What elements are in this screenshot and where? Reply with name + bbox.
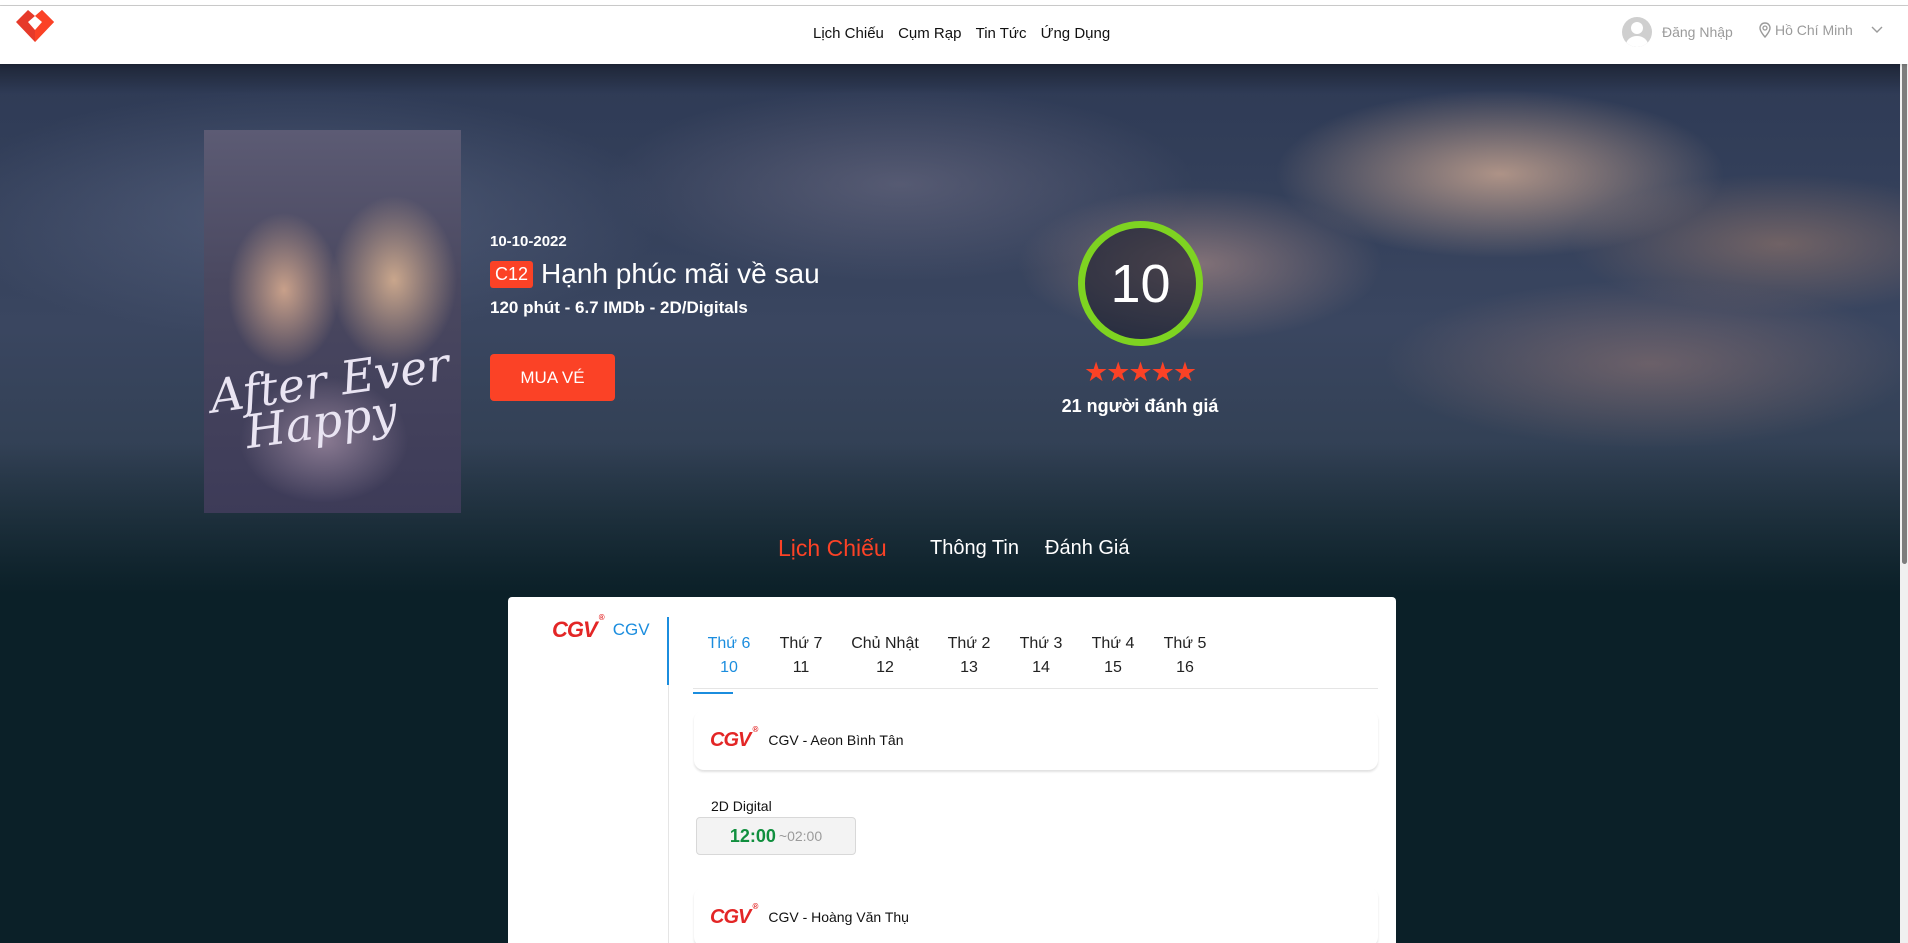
- score-circle: 10: [1078, 221, 1203, 346]
- branch-item[interactable]: CGV ® CGV - Hoàng Văn Thụ: [694, 887, 1378, 943]
- tab-thong-tin[interactable]: Thông Tin: [930, 537, 1019, 560]
- chevron-down-icon: [1871, 26, 1883, 33]
- logo-icon[interactable]: [10, 8, 60, 52]
- tab-lich-chieu[interactable]: Lịch Chiếu: [778, 535, 887, 562]
- day-tab[interactable]: Thứ 3 14: [1005, 632, 1077, 680]
- day-tab[interactable]: Chủ Nhật 12: [837, 632, 933, 680]
- cinema-tab-cgv[interactable]: CGV ® CGV: [552, 613, 650, 643]
- showtime-button[interactable]: 12:00 ~02:00: [696, 817, 856, 855]
- day-divider: [693, 688, 1378, 689]
- star-icon: ★: [1106, 357, 1131, 387]
- movie-title: Hạnh phúc mãi về sau: [541, 258, 820, 289]
- tab-danh-gia[interactable]: Đánh Giá: [1045, 537, 1130, 560]
- cgv-logo: CGV ®: [710, 724, 758, 751]
- day-tab[interactable]: Thứ 4 15: [1077, 632, 1149, 680]
- nav-item-lich-chieu[interactable]: Lịch Chiếu: [813, 25, 884, 42]
- login-button[interactable]: Đăng Nhập: [1622, 17, 1733, 47]
- nav-item-tin-tuc[interactable]: Tin Tức: [976, 25, 1027, 42]
- location-pin-icon: [1759, 22, 1771, 38]
- cgv-logo: CGV ®: [710, 901, 758, 928]
- showtime-panel: CGV ® CGV Thứ 6 10 Thứ 7 11 Chủ Nhật 12 Thứ …: [508, 597, 1396, 943]
- movie-title-row: C12 Hạnh phúc mãi về sau: [490, 258, 820, 290]
- cinema-name: CGV: [612, 620, 650, 639]
- buy-ticket-button[interactable]: MUA VÉ: [490, 354, 615, 401]
- poster-title: After Ever Happy: [207, 337, 457, 459]
- scrollbar-thumb[interactable]: [1902, 34, 1907, 564]
- cinema-active-indicator: [667, 617, 669, 685]
- showtime-start: 12:00: [729, 825, 776, 846]
- release-date: 10-10-2022: [490, 233, 567, 250]
- score-value: 10: [1110, 253, 1171, 314]
- day-selector: Thứ 6 10 Thứ 7 11 Chủ Nhật 12 Thứ 2 13 Thứ 3…: [693, 632, 1221, 694]
- day-tab[interactable]: Thứ 2 13: [933, 632, 1005, 680]
- branch-item[interactable]: CGV ® CGV - Aeon Bình Tân: [694, 710, 1378, 770]
- format-label: 2D Digital: [711, 798, 772, 814]
- star-icon: ★: [1128, 357, 1153, 387]
- hero-shade: [0, 64, 1908, 94]
- day-tab[interactable]: Thứ 7 11: [765, 632, 837, 680]
- city-label: Hồ Chí Minh: [1775, 22, 1853, 38]
- login-label: Đăng Nhập: [1662, 24, 1733, 40]
- vote-count: 21 người đánh giá: [1061, 396, 1219, 416]
- header: Lịch Chiếu Cụm Rạp Tin Tức Ứng Dụng Đăng…: [0, 6, 1908, 64]
- avatar-icon: [1622, 17, 1652, 47]
- nav-item-cum-rap[interactable]: Cụm Rạp: [898, 25, 961, 42]
- day-tab[interactable]: Thứ 6 10: [693, 632, 765, 694]
- cgv-logo: CGV ®: [552, 613, 605, 642]
- day-tab[interactable]: Thứ 5 16: [1149, 632, 1221, 680]
- star-icon: ★: [1083, 357, 1109, 387]
- branch-name: CGV - Aeon Bình Tân: [768, 732, 904, 748]
- movie-poster: After Ever Happy: [204, 130, 461, 513]
- nav-item-ung-dung[interactable]: Ứng Dụng: [1041, 25, 1111, 42]
- panel-divider: [668, 685, 669, 943]
- age-rating-badge: C12: [490, 260, 534, 288]
- rating-stars: ★★★★★: [1078, 357, 1203, 388]
- branch-name: CGV - Hoàng Văn Thụ: [768, 909, 909, 925]
- star-icon: ★: [1150, 357, 1175, 387]
- star-icon: ★: [1172, 357, 1198, 387]
- showtime-end: ~02:00: [778, 828, 823, 844]
- movie-meta: 120 phút - 6.7 IMDb - 2D/Digitals: [490, 298, 748, 317]
- city-selector[interactable]: Hồ Chí Minh: [1759, 22, 1883, 38]
